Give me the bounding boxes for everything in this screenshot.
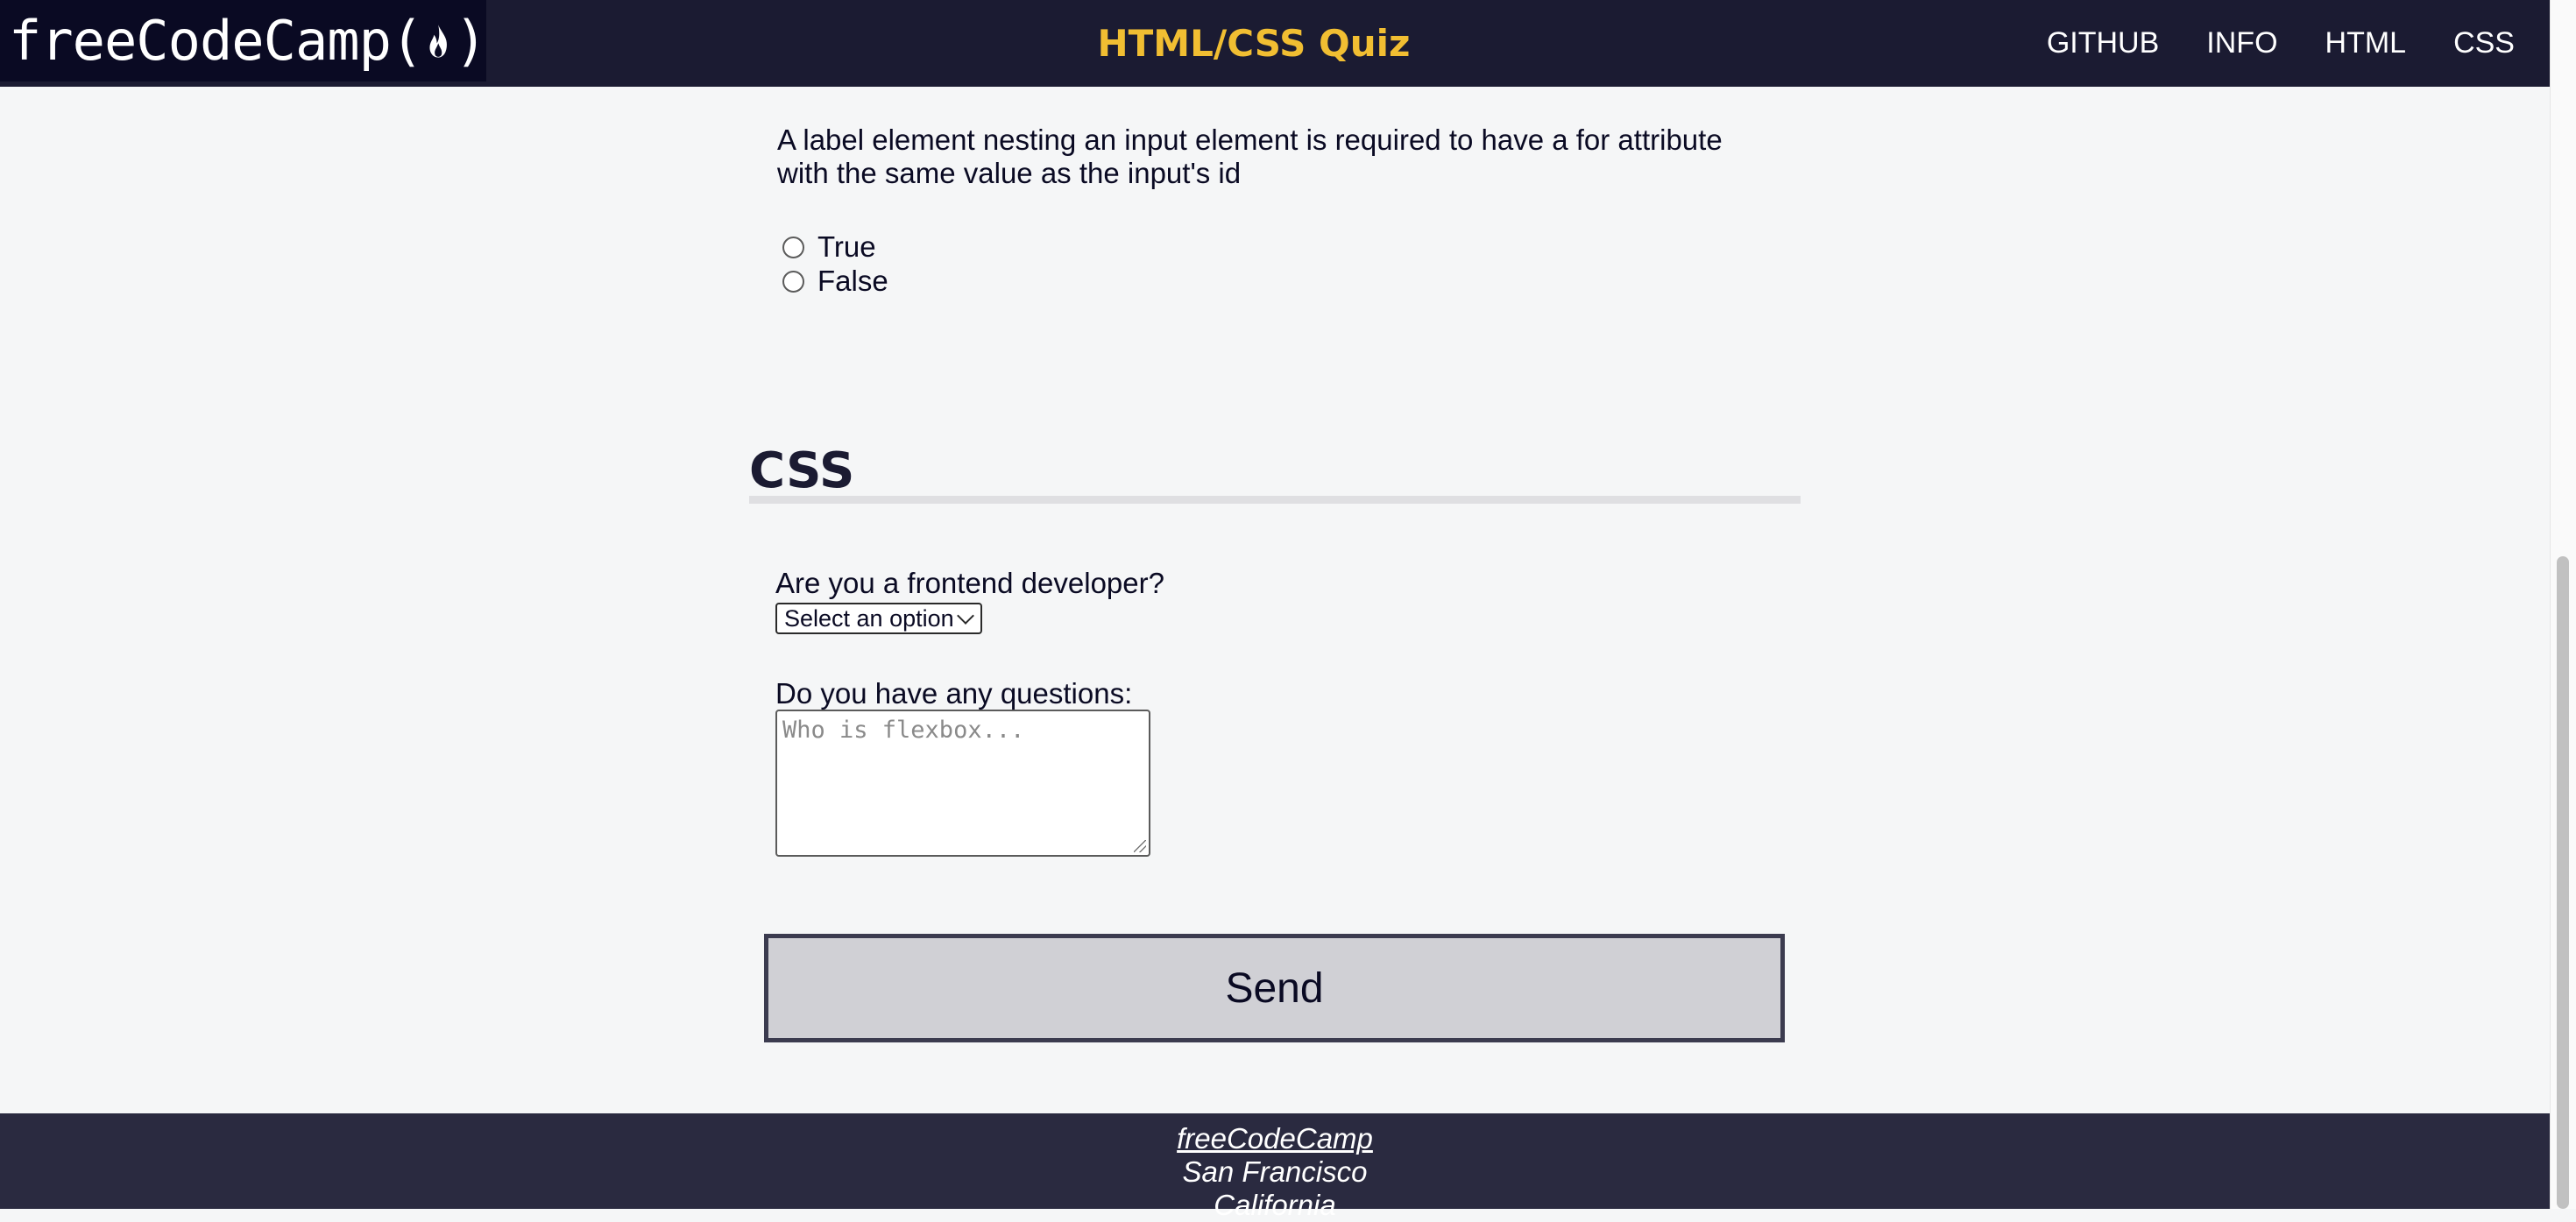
radio-label-false[interactable]: False [817,265,888,298]
questions-textarea[interactable]: Who is flexbox... [775,710,1150,857]
footer-state: California [1214,1189,1336,1221]
nav-html-link[interactable]: HTML [2325,26,2407,60]
nav-github-link[interactable]: GITHUB [2047,26,2159,60]
radio-button-true[interactable] [782,236,804,258]
nav-info-link[interactable]: INFO [2206,26,2277,60]
radio-button-false[interactable] [782,270,804,293]
radio-option-true[interactable]: True [782,230,876,264]
nav-links: GITHUB INFO HTML CSS [2047,0,2515,87]
footer-city: San Francisco [1182,1155,1368,1188]
chevron-down-icon [957,607,974,625]
resize-handle-icon[interactable] [1134,840,1146,852]
radio-label-true[interactable]: True [817,230,876,264]
footer-freecodecamp-link[interactable]: freeCodeCamp [0,1122,2550,1155]
questions-placeholder: Who is flexbox... [782,717,1025,744]
frontend-select[interactable]: Select an option [775,603,982,634]
section-divider [749,496,1801,504]
send-button[interactable]: Send [764,934,1785,1042]
scrollbar-thumb[interactable] [2557,556,2569,1209]
frontend-select-value[interactable]: Select an option [784,605,954,632]
top-navbar: freeCodeCamp( ) HTML/CSS Quiz GITHUB INF… [0,0,2550,87]
radio-option-false[interactable]: False [782,265,888,298]
frontend-question-label: Are you a frontend developer? [775,567,1164,599]
css-section-title: CSS [749,442,855,499]
footer: freeCodeCamp San Francisco California [0,1113,2550,1221]
nav-css-link[interactable]: CSS [2453,26,2515,60]
html-question-text: A label element nesting an input element… [777,124,1723,189]
questions-label: Do you have any questions: [775,677,1133,710]
